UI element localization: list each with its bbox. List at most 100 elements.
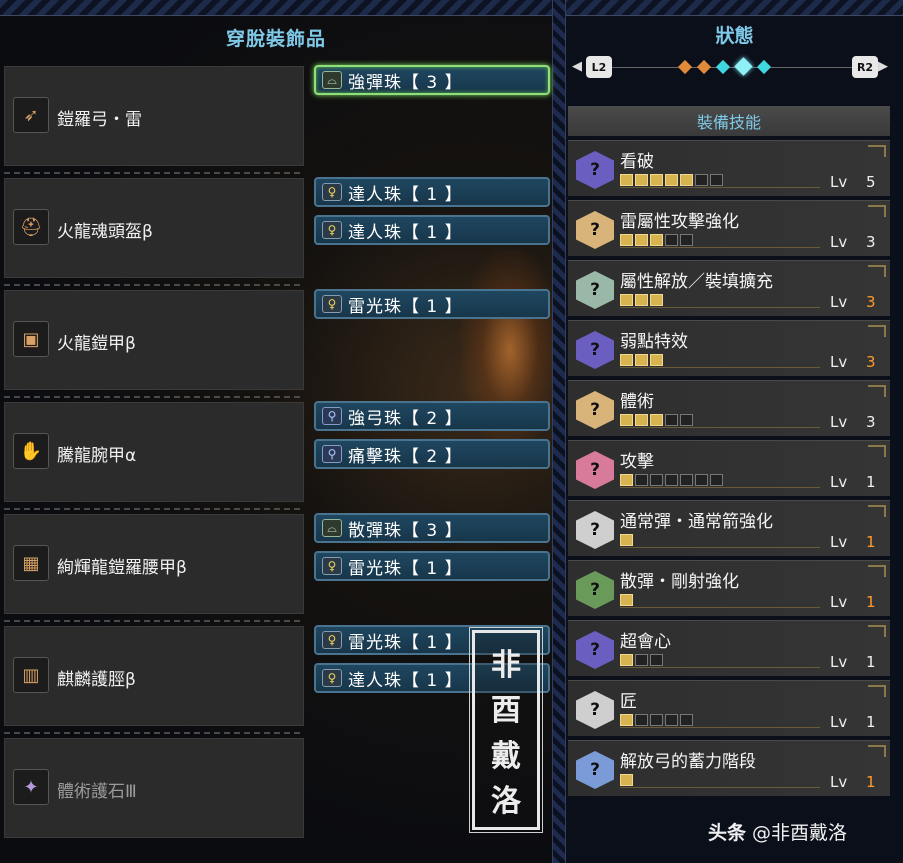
equipment-row[interactable]: ⛑ 火龍魂頭盔β ♀ 達人珠【 1 】 ♀ 達人珠【 1 】 (4, 172, 552, 280)
skill-level-value: 1 (866, 533, 876, 551)
equipment-card[interactable]: ✦ 體術護石Ⅲ (4, 738, 304, 838)
skill-gem-icon: ? (576, 511, 614, 549)
skill-pip-filled (620, 593, 633, 606)
equipment-card[interactable]: ▣ 火龍鎧甲β (4, 290, 304, 390)
decoration-name: 強弓珠【 2 】 (348, 408, 463, 429)
equipment-card[interactable]: ⛑ 火龍魂頭盔β (4, 178, 304, 278)
skill-pip-empty (680, 233, 693, 246)
equipment-name: 火龍魂頭盔β (57, 222, 153, 242)
skill-level-value: 1 (866, 713, 876, 731)
skill-row[interactable]: ? 屬性解放／裝填擴充 Lv 3 (568, 260, 890, 316)
footer-handle: @非酉戴洛 (746, 822, 848, 844)
row-divider (4, 620, 304, 622)
skill-level-label: Lv (830, 533, 848, 551)
skill-level-bar (620, 712, 820, 728)
skill-level-bar (620, 232, 820, 248)
page-left-arrow-icon[interactable]: ◀ (572, 59, 582, 74)
equipment-row[interactable]: ▥ 麒麟護脛β ♀ 雷光珠【 1 】 ♀ 達人珠【 1 】 (4, 620, 552, 728)
decoration-slot[interactable]: ♀ 雷光珠【 1 】 (314, 289, 550, 319)
skill-row[interactable]: ? 通常彈・通常箭強化 Lv 1 (568, 500, 890, 556)
decoration-slot[interactable]: ⌓ 強彈珠【 3 】 (314, 65, 550, 95)
page-dot-current[interactable] (734, 57, 753, 76)
skill-name: 雷屬性攻擊強化 (620, 212, 739, 232)
equipment-name: 火龍鎧甲β (57, 334, 136, 354)
decoration-slot[interactable]: ♀ 雷光珠【 1 】 (314, 551, 550, 581)
skill-pip-empty (650, 653, 663, 666)
skill-level-value: 1 (866, 653, 876, 671)
seal-char: 洛 (491, 784, 521, 820)
equipment-card[interactable]: ▦ 絢輝龍鎧羅腰甲β (4, 514, 304, 614)
skill-level-label: Lv (830, 713, 848, 731)
skill-pip-filled (620, 773, 633, 786)
skill-pip-empty (665, 413, 678, 426)
equipment-card[interactable]: ✋ 騰龍腕甲α (4, 402, 304, 502)
skill-level-value: 3 (866, 413, 876, 431)
decoration-name: 雷光珠【 1 】 (348, 558, 463, 579)
skill-pip-filled (620, 233, 633, 246)
skill-row[interactable]: ? 攻擊 Lv 1 (568, 440, 890, 496)
decoration-panel-header: 穿脫裝飾品 (0, 16, 552, 58)
footer-brand: 头条 (708, 822, 747, 844)
decoration-name: 痛擊珠【 2 】 (348, 446, 463, 467)
skill-pip-filled (635, 353, 648, 366)
decoration-slot[interactable]: ♀ 達人珠【 1 】 (314, 215, 550, 245)
equipment-card[interactable]: ➶ 鎧羅弓・雷 (4, 66, 304, 166)
decoration-name: 達人珠【 1 】 (348, 670, 463, 691)
equipment-card[interactable]: ▥ 麒麟護脛β (4, 626, 304, 726)
equipment-row[interactable]: ▣ 火龍鎧甲β ♀ 雷光珠【 1 】 (4, 284, 552, 392)
equipment-row[interactable]: ✦ 體術護石Ⅲ (4, 732, 552, 840)
skill-pip-filled (650, 353, 663, 366)
decoration-slot[interactable]: ⌓ 散彈珠【 3 】 (314, 513, 550, 543)
skill-pip-filled (620, 713, 633, 726)
skill-row[interactable]: ? 雷屬性攻擊強化 Lv 3 (568, 200, 890, 256)
helmet-icon: ⛑ (13, 209, 49, 245)
row-divider (4, 172, 304, 174)
skill-pip-empty (650, 473, 663, 486)
skill-row[interactable]: ? 解放弓的蓄力階段 Lv 1 (568, 740, 890, 796)
page-navigation: ◀ L2 R2 ▶ (572, 56, 892, 80)
equipment-name: 鎧羅弓・雷 (57, 110, 142, 130)
skill-pip-filled (620, 533, 633, 546)
skill-row[interactable]: ? 看破 Lv 5 (568, 140, 890, 196)
decoration-name: 散彈珠【 3 】 (348, 520, 463, 541)
skill-level-label: Lv (830, 653, 848, 671)
skill-row[interactable]: ? 弱點特效 Lv 3 (568, 320, 890, 376)
skill-name: 屬性解放／裝填擴充 (620, 272, 773, 292)
equipment-row[interactable]: ▦ 絢輝龍鎧羅腰甲β ⌓ 散彈珠【 3 】 ♀ 雷光珠【 1 】 (4, 508, 552, 616)
skill-row[interactable]: ? 匠 Lv 1 (568, 680, 890, 736)
skill-row[interactable]: ? 散彈・剛射強化 Lv 1 (568, 560, 890, 616)
skill-level-value: 3 (866, 293, 876, 311)
skill-pip-empty (680, 713, 693, 726)
page-dot[interactable] (715, 59, 731, 74)
bow-icon: ➶ (13, 97, 49, 133)
corner-ornament (868, 385, 886, 397)
skill-pip-filled (650, 413, 663, 426)
waist-armor-icon: ▦ (13, 545, 49, 581)
skill-pip-empty (710, 473, 723, 486)
decoration-slot[interactable]: ♀ 達人珠【 1 】 (314, 177, 550, 207)
page-dot[interactable] (756, 59, 772, 74)
equipment-row[interactable]: ➶ 鎧羅弓・雷 ⌓ 強彈珠【 3 】 (4, 60, 552, 168)
skill-level-value: 3 (866, 353, 876, 371)
page-right-arrow-icon[interactable]: ▶ (878, 59, 888, 74)
charm-icon: ✦ (13, 769, 49, 805)
skill-pip-filled (650, 293, 663, 306)
l2-button[interactable]: L2 (586, 56, 612, 78)
skill-row[interactable]: ? 超會心 Lv 1 (568, 620, 890, 676)
decoration-slot[interactable]: ⚲ 強弓珠【 2 】 (314, 401, 550, 431)
skill-pip-empty (635, 473, 648, 486)
skill-pip-filled (680, 173, 693, 186)
page-dot[interactable] (677, 59, 693, 74)
decoration-slot[interactable]: ⚲ 痛擊珠【 2 】 (314, 439, 550, 469)
skill-row[interactable]: ? 體術 Lv 3 (568, 380, 890, 436)
equipment-name: 騰龍腕甲α (57, 446, 137, 466)
skill-name: 散彈・剛射強化 (620, 572, 739, 592)
equipment-row[interactable]: ✋ 騰龍腕甲α ⚲ 強弓珠【 2 】 ⚲ 痛擊珠【 2 】 (4, 396, 552, 504)
skill-level-value: 1 (866, 593, 876, 611)
skill-level-bar (620, 352, 820, 368)
slot-level-2-icon: ⚲ (322, 407, 342, 425)
r2-button[interactable]: R2 (852, 56, 878, 78)
seal-char: 戴 (491, 738, 521, 774)
page-dot[interactable] (696, 59, 712, 74)
corner-ornament (868, 265, 886, 277)
